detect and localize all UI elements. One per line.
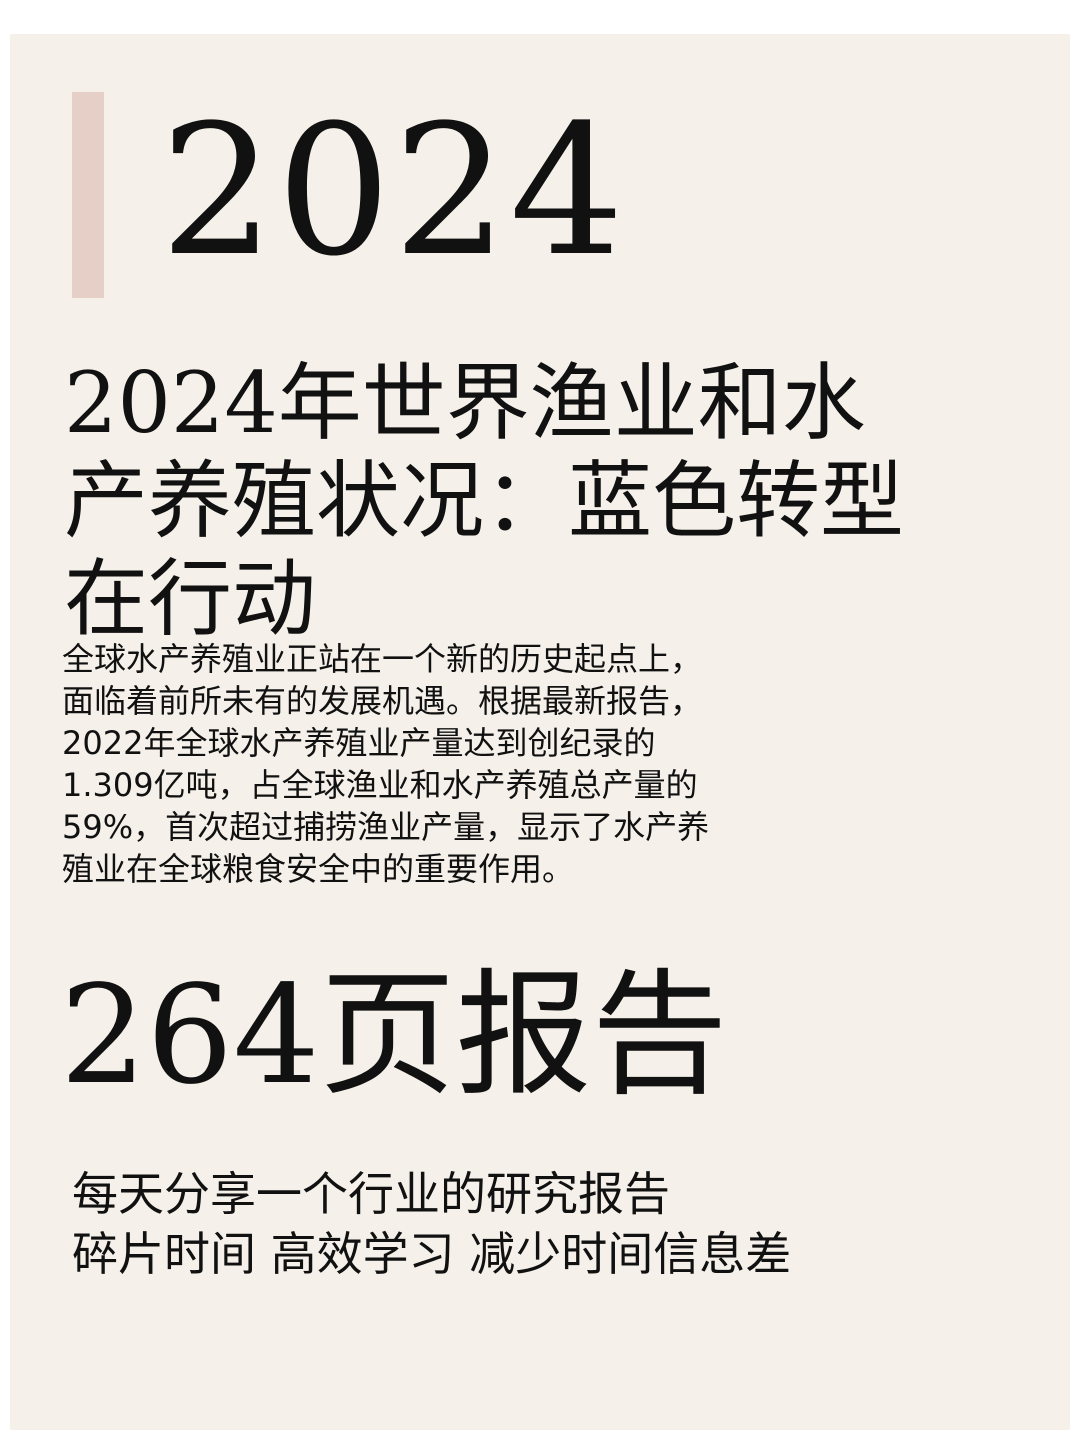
accent-bar (72, 92, 104, 298)
report-title: 2024年世界渔业和水产养殖状况：蓝色转型在行动 (64, 354, 905, 648)
page-count-label: 264页报告 (60, 957, 728, 1115)
hero-year: 2024 (160, 87, 627, 296)
poster-card: 2024 2024年世界渔业和水产养殖状况：蓝色转型在行动 全球水产养殖业正站在… (10, 34, 1070, 1430)
tagline-line-2: 碎片时间 高效学习 减少时间信息差 (72, 1227, 792, 1281)
tagline: 每天分享一个行业的研究报告 碎片时间 高效学习 减少时间信息差 (72, 1164, 972, 1284)
report-summary: 全球水产养殖业正站在一个新的历史起点上， 面临着前所未有的发展机遇。根据最新报告… (62, 640, 710, 888)
tagline-line-1: 每天分享一个行业的研究报告 (72, 1167, 670, 1221)
